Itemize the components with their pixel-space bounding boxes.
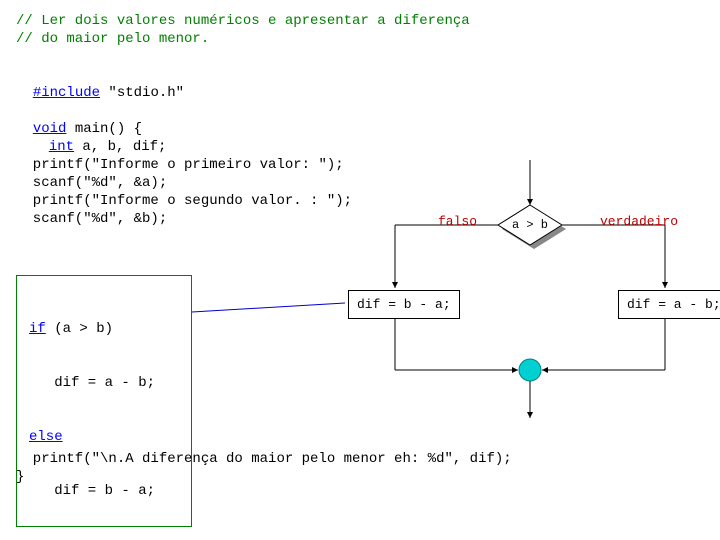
true-action-box: dif = a - b; [618,290,720,319]
if-keyword: if [29,321,46,337]
closing-brace: } [16,468,24,486]
else-body: dif = b - a; [29,482,179,500]
comment-line-1: // Ler dois valores numéricos e apresent… [16,12,470,30]
include-keyword: #include [33,85,100,101]
printf-result: printf("\n.A diferença do maior pelo men… [16,450,512,468]
decision-condition: a > b [498,205,562,245]
int-keyword: int [49,139,74,155]
false-label: falso [438,214,477,229]
false-action-text: dif = b - a; [357,297,451,312]
scanf-1: scanf("%d", &a); [16,174,167,192]
scanf-2: scanf("%d", &b); [16,210,167,228]
true-label: verdadeiro [600,214,678,229]
decl-vars: a, b, dif; [74,139,166,155]
if-condition: (a > b) [46,321,113,337]
decl-line: int a, b, dif; [32,120,166,156]
true-action-text: dif = a - b; [627,297,720,312]
decision-diamond: a > b [498,205,562,245]
else-line: else [29,428,179,446]
if-body: dif = a - b; [29,374,179,392]
include-line: #include "stdio.h" [16,66,184,102]
printf-1: printf("Informe o primeiro valor: "); [16,156,344,174]
false-action-box: dif = b - a; [348,290,460,319]
include-header: "stdio.h" [100,85,184,101]
comment-line-2: // do maior pelo menor. [16,30,209,48]
printf-2: printf("Informe o segundo valor. : "); [16,192,352,210]
if-line: if (a > b) [29,320,179,338]
else-keyword: else [29,429,63,445]
if-else-code-box: if (a > b) dif = a - b; else dif = b - a… [16,275,192,527]
